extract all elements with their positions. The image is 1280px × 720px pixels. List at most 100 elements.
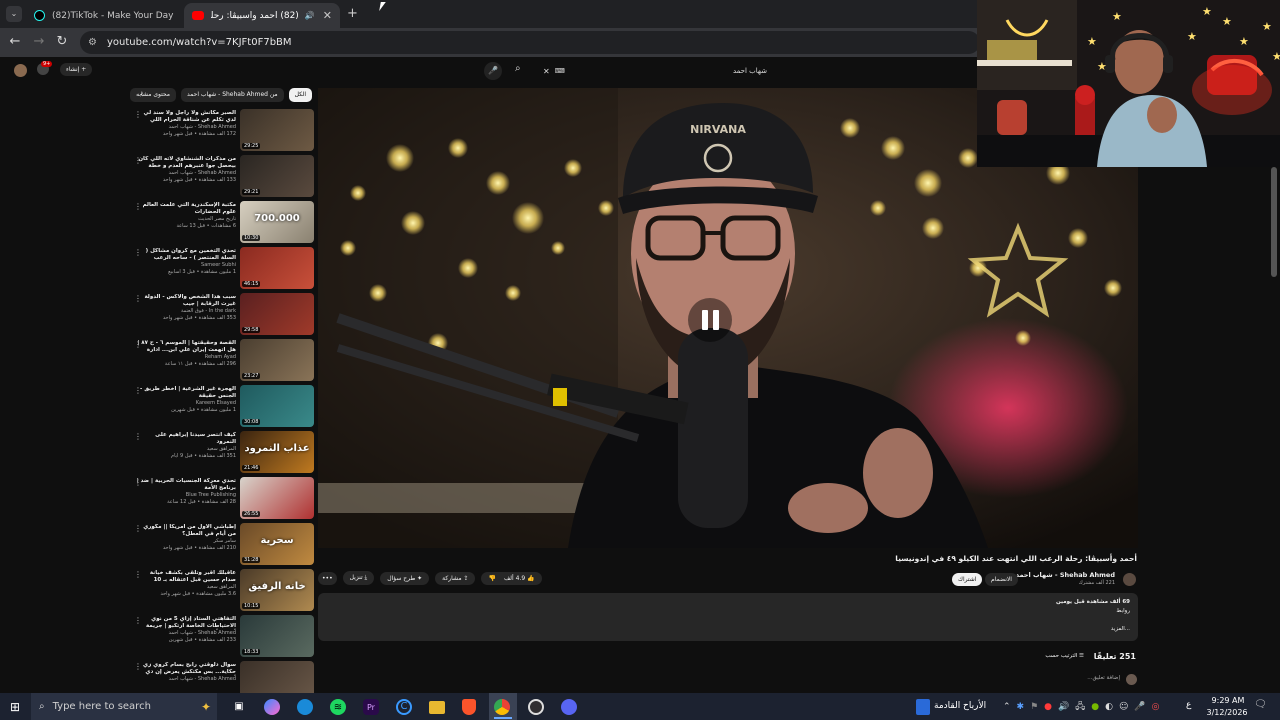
language-indicator[interactable]: ع <box>1186 700 1191 710</box>
join-button[interactable]: الانضمام <box>985 573 1018 586</box>
create-button[interactable]: + إنشاء <box>60 63 93 76</box>
more-options-icon[interactable]: ⋮ <box>134 617 142 625</box>
description-box[interactable]: 69 ألف مشاهدة قبل يومين روابط ...المزيد <box>318 593 1138 641</box>
related-video-item[interactable]: 30:08 الهجرة غير الشرعية | أخطر طريق - ال… <box>132 385 314 429</box>
file-explorer-icon[interactable] <box>429 701 445 714</box>
related-channel-name[interactable]: المراهق سعيد <box>136 584 236 591</box>
audio-icon[interactable]: 🔊 <box>305 11 315 20</box>
avatar[interactable] <box>14 64 27 77</box>
site-info-icon[interactable]: ⚙ <box>88 37 97 48</box>
clock-time[interactable]: 9:29 AM <box>1208 696 1248 705</box>
task-view-icon[interactable]: ▣ <box>230 698 248 716</box>
related-channel-name[interactable]: Blue Tree Publishing <box>136 492 236 499</box>
clear-search-icon[interactable]: ✕ <box>543 67 550 76</box>
taskbar-search-input[interactable]: ⌕ Type here to search ✦ <box>31 693 217 720</box>
more-options-icon[interactable]: ⋮ <box>134 663 142 671</box>
bluetooth-icon[interactable]: ✱ <box>1017 702 1025 712</box>
download-button[interactable]: ⤓ تنزيل <box>342 571 375 585</box>
pause-icon[interactable] <box>688 298 732 342</box>
video-thumbnail[interactable]: عذاب النمرود 21:46 <box>240 431 314 473</box>
video-thumbnail[interactable]: 18:33 <box>240 615 314 657</box>
related-video-item[interactable]: خانه الرفيق 10:15 عاقبلك أقبر وتلقى بكشف خ… <box>132 569 314 613</box>
close-icon[interactable]: ✕ <box>315 9 332 22</box>
related-video-title[interactable]: التفاهتي الستاذ إزاي 5 من نوي الاحتياطات… <box>136 616 236 630</box>
related-video-title[interactable]: كيف انتصر سيدنا إبراهيم على النمرود <box>136 432 236 446</box>
search-input[interactable]: ✕ ⌨ شهاب احمد <box>535 62 775 80</box>
chips-scroll-left-icon[interactable]: ‹ <box>140 90 144 100</box>
related-channel-name[interactable]: Sameer Subhi <box>136 262 236 269</box>
related-channel-name[interactable]: Shehab Ahmed - شهاب احمد <box>136 630 236 637</box>
sort-button[interactable]: ☰ الترتيب حسب <box>1045 653 1084 659</box>
video-thumbnail[interactable]: خانه الرفيق 10:15 <box>240 569 314 611</box>
keyboard-icon[interactable]: ⌨ <box>555 67 565 75</box>
thumbs-down-icon[interactable]: 👎 <box>488 575 495 582</box>
video-thumbnail[interactable]: 29:25 <box>240 109 314 151</box>
copilot-icon[interactable] <box>264 699 280 715</box>
related-channel-name[interactable]: تاريخ مصر الحديث <box>136 216 236 223</box>
ask-button[interactable]: ✦ طرح سؤال <box>380 571 430 585</box>
forward-icon[interactable]: → <box>30 33 48 51</box>
premiere-icon[interactable]: Pr <box>363 699 379 715</box>
video-thumbnail[interactable]: 26:55 <box>240 477 314 519</box>
related-channel-name[interactable]: In the dark - فوق العتمة <box>136 308 236 315</box>
related-video-title[interactable]: مكتبة الإسكندرية التي علّمت العالم علوم … <box>136 202 236 216</box>
microphone-icon[interactable]: 🎤 <box>1134 702 1145 712</box>
related-video-item[interactable]: سحرية 31:28 إطباشي الأول من أمريكا || مگور… <box>132 523 314 567</box>
tab-tiktok[interactable]: (82)TikTok - Make Your Day ✕ <box>26 3 182 28</box>
discord-tray-icon[interactable]: ☺ <box>1119 702 1128 712</box>
close-icon[interactable]: ✕ <box>173 9 182 22</box>
chip-all[interactable]: الكل <box>288 88 312 102</box>
related-channel-name[interactable]: سامر سكر <box>136 538 236 545</box>
related-video-title[interactable]: سوال دلوقتي رابح بسام كروي زي حكاية... ب… <box>136 662 236 676</box>
more-options-icon[interactable]: ⋮ <box>134 203 142 211</box>
obs-icon[interactable] <box>528 699 544 715</box>
brave-icon[interactable] <box>462 699 476 715</box>
share-button[interactable]: ⇪ مشاركة <box>435 571 476 585</box>
widgets-icon[interactable] <box>916 699 930 715</box>
related-channel-name[interactable]: Shehab Ahmed - شهاب احمد <box>136 124 236 131</box>
related-video-item[interactable]: 18:33 التفاهتي الستاذ إزاي 5 من نوي الاحت… <box>132 615 314 659</box>
more-options-icon[interactable]: ⋮ <box>134 249 142 257</box>
related-video-item[interactable]: 46:15 تحدي التخمين مع كروان مشاكل ( السلة… <box>132 247 314 291</box>
chevron-up-icon[interactable]: ⌃ <box>1003 702 1011 712</box>
related-video-title[interactable]: القصة وحقيقتها | الموسم ٦ - ح ٨٧ | هل ات… <box>136 340 236 354</box>
voice-search-icon[interactable]: 🎤 <box>484 62 502 80</box>
spotify-icon[interactable]: ≋ <box>330 699 346 715</box>
related-video-item[interactable]: 23:27 القصة وحقيقتها | الموسم ٦ - ح ٨٧ | … <box>132 339 314 383</box>
channel-avatar[interactable] <box>1123 573 1136 586</box>
edge-icon[interactable] <box>297 699 313 715</box>
network-icon[interactable]: 🖧 <box>1075 699 1085 715</box>
more-options-icon[interactable]: ⋮ <box>134 433 142 441</box>
related-video-title[interactable]: الهجرة غير الشرعية | أخطر طريق - الجنس ح… <box>136 386 236 400</box>
windows-start-icon[interactable]: ⊞ <box>6 698 24 716</box>
related-video-item[interactable]: سوال دلوقتي رابح بسام كروي زي حكاية... ب… <box>132 661 314 703</box>
tab-youtube[interactable]: (82) أحمد وأسبيڤا: رحلة الرعـ 🔊 ✕ <box>184 3 340 28</box>
more-actions-button[interactable]: ••• <box>318 571 337 585</box>
widgets-text[interactable]: الأرباح القادمة <box>934 701 986 711</box>
more-options-icon[interactable]: ⋮ <box>134 111 142 119</box>
security-icon[interactable]: ◎ <box>1152 702 1160 712</box>
video-thumbnail[interactable]: 30:08 <box>240 385 314 427</box>
related-video-item[interactable]: عذاب النمرود 21:46 كيف انتصر سيدنا إبراهيم… <box>132 431 314 475</box>
video-thumbnail[interactable]: 23:27 <box>240 339 314 381</box>
discord-icon[interactable] <box>561 699 577 715</box>
related-video-item[interactable]: 700.000 10:30 مكتبة الإسكندرية التي علّمت … <box>132 201 314 245</box>
clock-date[interactable]: 3/12/2026 <box>1202 708 1252 717</box>
add-comment-input[interactable]: إضافة تعليق... <box>1087 675 1120 681</box>
related-channel-name[interactable]: Shehab Ahmed - شهاب احمد <box>136 676 236 683</box>
new-tab-button[interactable]: + <box>347 6 358 21</box>
more-options-icon[interactable]: ⋮ <box>134 387 142 395</box>
more-options-icon[interactable]: ⋮ <box>134 525 142 533</box>
chip-from-channel[interactable]: من Shehab Ahmed - شهاب احمد <box>181 88 284 102</box>
related-video-title[interactable]: الصبر مكانش ولا راجل ولا سند لي لدي تكلم… <box>136 110 236 124</box>
subscribe-button[interactable]: اشتراك <box>952 573 983 586</box>
more-options-icon[interactable]: ⋮ <box>134 341 142 349</box>
video-thumbnail[interactable]: 700.000 10:30 <box>240 201 314 243</box>
reload-icon[interactable]: ↻ <box>53 33 71 51</box>
video-thumbnail[interactable]: 46:15 <box>240 247 314 289</box>
related-video-title[interactable]: تحدي معركة الجنسيات الحربية | ضد | برنام… <box>136 478 236 492</box>
related-video-item[interactable]: 29:21 من مذكرات الشنشاوي لاته اللي كان بي… <box>132 155 314 199</box>
related-video-item[interactable]: 29:25 الصبر مكانش ولا راجل ولا سند لي لدي… <box>132 109 314 153</box>
tab-search-button[interactable]: ⌄ <box>6 6 22 22</box>
related-channel-name[interactable]: Reham Ayad <box>136 354 236 361</box>
